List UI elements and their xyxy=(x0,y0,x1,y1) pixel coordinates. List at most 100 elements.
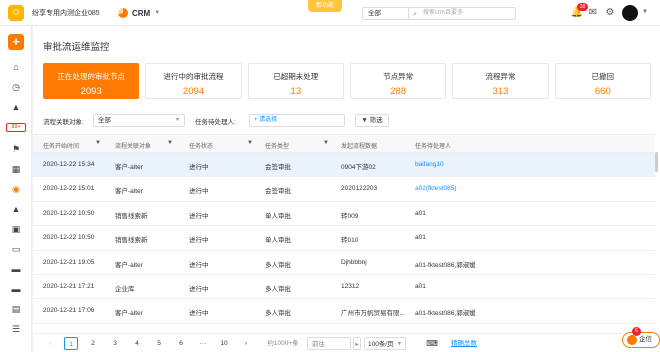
table-row[interactable]: 2020-12-22 15:34 客户-alter 进行中 会签审批 0904下游02 b… xyxy=(33,153,655,178)
stat-card-withdrawn[interactable]: 已撤回 660 xyxy=(554,63,651,99)
filter-icon[interactable]: ▼ xyxy=(247,140,253,146)
home-icon[interactable]: ⌂ xyxy=(9,61,23,73)
add-button[interactable]: + xyxy=(8,34,24,50)
task-status-cell: 进行中 xyxy=(189,164,209,171)
handler-filter-input[interactable]: + 请选择 xyxy=(249,114,345,127)
table-row[interactable]: 2020-12-21 19:05 客户-alter 进行中 多人审批 Djhbbbnj a… xyxy=(33,251,655,275)
table-row[interactable]: 2020-12-22 10:50 销售线索新 进行中 单人审批 转009 a01 xyxy=(33,202,655,227)
page-size-select[interactable]: 100条/页 ▼ xyxy=(364,337,406,350)
search-scope-value: 全部 xyxy=(368,10,381,17)
object-filter-value: 全部 xyxy=(98,117,111,124)
flag-icon[interactable]: ⚑ xyxy=(9,143,23,155)
page-6-button[interactable]: 6 xyxy=(174,337,188,350)
stat-card-label: 已撤回 xyxy=(591,72,615,81)
flow-data-cell: 2020122203 xyxy=(341,185,378,193)
table-scrollbar[interactable] xyxy=(655,152,658,172)
stat-card-overdue[interactable]: 已超期未处理 13 xyxy=(247,63,344,99)
start-time-cell: 2020-12-21 19:05 xyxy=(43,258,95,266)
menu-icon[interactable]: ☰ xyxy=(9,323,23,335)
analytics-icon[interactable]: ▣ xyxy=(9,223,23,235)
clock-icon[interactable]: ◷ xyxy=(9,81,23,93)
calendar-icon[interactable]: ▦ xyxy=(9,163,23,175)
new-feature-tag[interactable]: 新功能 xyxy=(308,0,342,12)
stat-cards: 正在处理的审批节点 2093 进行中的审批流程 2094 已超期未处理 13 节… xyxy=(43,63,651,99)
prev-page-button[interactable]: ‹ xyxy=(43,337,57,350)
filter-icon[interactable]: ▼ xyxy=(167,140,173,146)
chevron-down-icon: ▼ xyxy=(154,10,161,16)
stat-card-in-progress-flows[interactable]: 进行中的审批流程 2094 xyxy=(145,63,242,99)
task-status-cell: 进行中 xyxy=(189,310,209,318)
chevron-down-icon: ▼ xyxy=(175,117,180,123)
keyboard-icon[interactable]: ⌨ xyxy=(426,337,438,350)
handler-cell: a01 xyxy=(415,282,426,290)
stat-card-flow-errors[interactable]: 流程异常 313 xyxy=(452,63,549,99)
start-time-cell: 2020-12-22 15:01 xyxy=(43,185,95,193)
column-header[interactable]: 任务开始时间 xyxy=(43,141,79,150)
sidebar: + ⌂ ◷ ▲ 99+ ⚑ ▦ ◉ ▲ ▣ ▭ ▬ ▬ ▤ ☰ xyxy=(0,26,32,352)
target-icon[interactable]: ◉ xyxy=(9,183,23,195)
filter-icon[interactable]: ▼ xyxy=(95,140,101,146)
avatar[interactable] xyxy=(622,5,638,21)
page-1-button[interactable]: 1 xyxy=(64,337,78,350)
column-header[interactable]: 任务待处理人 xyxy=(415,141,451,150)
column-header[interactable]: 发起流程数据 xyxy=(341,141,377,150)
chat-label: 企信 xyxy=(639,336,652,343)
monitor-icon[interactable]: ▭ xyxy=(9,243,23,255)
gear-icon[interactable]: ⚙ xyxy=(603,6,617,20)
chat-badge: 6 xyxy=(632,327,641,336)
chevron-down-icon[interactable]: ▼ xyxy=(642,9,648,15)
page-2-button[interactable]: 2 xyxy=(86,337,100,350)
page-4-button[interactable]: 4 xyxy=(130,337,144,350)
handler-cell: a01-fktest086,郭淑媛 xyxy=(415,261,476,269)
sidebar-count-badge[interactable]: 99+ xyxy=(6,123,26,132)
task-status-cell: 进行中 xyxy=(189,237,209,245)
folder-icon[interactable]: ▬ xyxy=(9,263,23,275)
stat-card-node-errors[interactable]: 节点异常 288 xyxy=(349,63,447,99)
goto-page-input[interactable]: 前往 xyxy=(307,337,351,350)
page-title: 审批流运维监控 xyxy=(43,42,110,53)
goto-confirm-button[interactable]: ▸ xyxy=(353,337,361,350)
handler-cell[interactable]: baifang10 xyxy=(415,161,525,168)
bell-icon[interactable]: ▲ xyxy=(9,101,23,113)
table-row[interactable]: 2020-12-21 17:06 客户-alter 进行中 多人审批 广州市万帆贸易有限… xyxy=(33,299,655,324)
filter-icon[interactable]: ▼ xyxy=(323,140,329,146)
table-row[interactable]: 2020-12-21 17:21 企业库 进行中 多人审批 12312 a01 xyxy=(33,275,655,300)
company-logo-icon[interactable]: ☺ xyxy=(8,5,24,21)
object-filter-select[interactable]: 全部 ▼ xyxy=(93,114,185,127)
task-type-cell: 多人审批 xyxy=(265,310,291,318)
global-search-input[interactable]: ⌕ 搜索crm且要多 xyxy=(408,7,516,20)
column-header[interactable]: 流程关联对象 xyxy=(115,141,151,150)
stat-card-label: 节点异常 xyxy=(383,72,414,81)
document-icon[interactable]: ▤ xyxy=(9,303,23,315)
bell-icon[interactable]: ▲ xyxy=(9,203,23,215)
page-3-button[interactable]: 3 xyxy=(108,337,122,350)
app-switcher[interactable]: CRM ▼ xyxy=(118,6,160,20)
page-5-button[interactable]: 5 xyxy=(152,337,166,350)
table-header: 任务开始时间 ▼ 流程关联对象 ▼ 任务状态 ▼ 任务类型 ▼ 发起流程数据 任… xyxy=(33,134,655,153)
search-icon: ⌕ xyxy=(413,11,417,18)
column-header[interactable]: 任务类型 xyxy=(265,141,289,150)
precise-total-link[interactable]: 精确总数 xyxy=(447,337,481,350)
folder-icon[interactable]: ▬ xyxy=(9,283,23,295)
stat-card-value: 313 xyxy=(492,86,509,97)
handler-cell[interactable]: a02(fktest085) xyxy=(415,185,525,192)
stat-card-label: 进行中的审批流程 xyxy=(163,72,224,81)
column-header[interactable]: 任务状态 xyxy=(189,141,213,150)
filter-button[interactable]: ▼ 筛选 xyxy=(355,114,389,127)
chat-button[interactable]: 企信 xyxy=(622,332,660,348)
start-time-cell: 2020-12-22 10:50 xyxy=(43,209,95,217)
flow-data-cell: 12312 xyxy=(341,282,360,290)
page-ellipsis-button[interactable]: ··· xyxy=(196,337,210,350)
table-row[interactable]: 2020-12-22 10:50 销售线索新 进行中 单人审批 转010 a01 xyxy=(33,226,655,251)
task-type-cell: 单人审批 xyxy=(265,212,291,220)
main-panel: 审批流运维监控 正在处理的审批节点 2093 进行中的审批流程 2094 已超期… xyxy=(33,26,660,352)
stat-card-processing-nodes[interactable]: 正在处理的审批节点 2093 xyxy=(43,63,140,99)
start-time-cell: 2020-12-21 17:06 xyxy=(43,307,95,315)
flow-data-cell: Djhbbbnj xyxy=(341,258,367,266)
page-10-button[interactable]: 10 xyxy=(217,337,231,350)
mail-icon[interactable]: ✉ xyxy=(586,6,600,20)
table-row[interactable]: 2020-12-22 15:01 客户-alter 进行中 会签审批 202012220… xyxy=(33,177,655,202)
stat-card-value: 2094 xyxy=(182,86,205,97)
next-page-button[interactable]: › xyxy=(239,337,253,350)
company-name: 纷享专用内测企业085 xyxy=(32,10,100,17)
